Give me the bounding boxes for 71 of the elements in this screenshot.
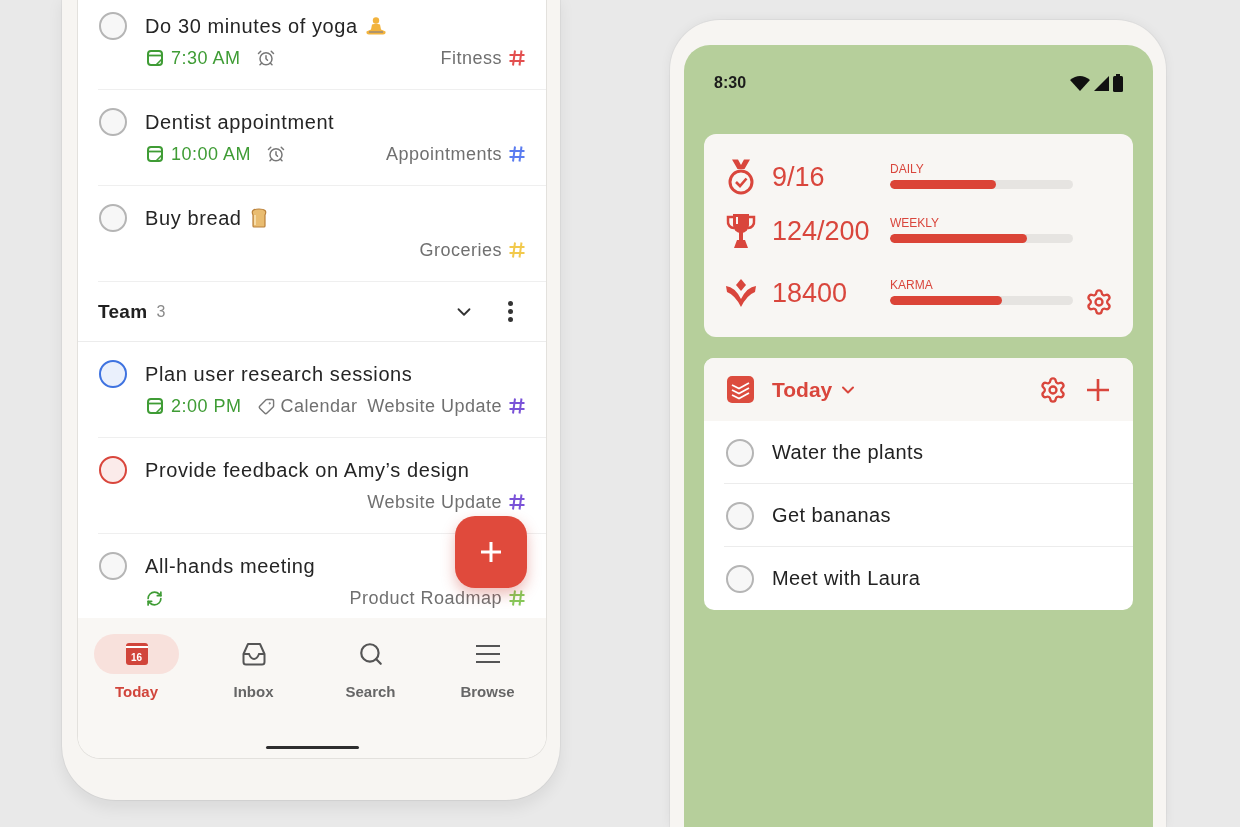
task-checkbox[interactable] [99,108,127,136]
task-checkbox[interactable] [99,456,127,484]
settings-icon [1039,375,1067,404]
nav-tab[interactable]: Search [328,634,413,700]
task-checkbox[interactable] [99,552,127,580]
more-button[interactable] [508,301,513,322]
task-checkbox[interactable] [99,12,127,40]
status-time: 8:30 [714,74,747,92]
stat-value: 124/200 [771,215,871,247]
task-title: Get bananas [772,504,891,527]
calendar-icon [147,50,163,66]
more-vertical-icon [508,301,513,322]
nav-tab[interactable]: Browse [445,634,530,700]
task-checkbox[interactable] [99,204,127,232]
task-title: Water the plants [772,441,924,464]
add-task-button[interactable] [455,516,527,588]
task-title: Buy bread [145,206,242,230]
project-name: Groceries [419,240,502,260]
due-time: 7:30 AM [171,48,241,68]
task-title: Provide feedback on Amy’s design [145,458,470,482]
karma-flower-icon [726,279,756,307]
trophy-icon [726,213,756,249]
section-title: Team [98,300,148,323]
calendar-date-icon: 16 [125,643,148,665]
wifi-icon [1070,75,1090,91]
task-row[interactable]: Buy bread Groceries [78,186,546,282]
project-name: Product Roadmap [349,588,502,608]
task-row[interactable]: Provide feedback on Amy’s design Website Update [78,438,546,534]
calendar-icon [147,398,163,414]
task-checkbox[interactable] [726,438,754,467]
stopwatch-medal-icon [726,159,756,195]
project-name: Website Update [367,492,502,512]
plus-icon [1087,378,1109,401]
task-checkbox[interactable] [99,360,127,388]
signal-icon [1094,75,1109,91]
stat-label: WEEKLY [890,215,940,230]
task-title: Plan user research sessions [145,362,413,386]
inbox-tray-icon [241,642,266,666]
nav-tab[interactable]: Inbox [211,634,296,700]
task-title: Dentist appointment [145,110,335,134]
search-icon [357,641,384,667]
task-row[interactable]: Plan user research sessions 2:00 PM Calendar Website Update [78,342,546,438]
settings-icon [1085,288,1113,316]
task-checkbox[interactable] [726,501,754,530]
task-row[interactable]: Do 30 minutes of yoga 7:30 AM Fitness [78,0,546,90]
stat-value: 18400 [771,277,849,309]
project-name: Website Update [367,396,502,416]
task-checkbox[interactable] [726,564,754,593]
calendar-icon [147,146,163,162]
task-row[interactable]: Dentist appointment 10:00 AM Appointments [78,90,546,186]
stat-label: KARMA [890,277,933,292]
due-time: 10:00 AM [171,144,252,164]
task-title: Do 30 minutes of yoga [145,14,358,38]
task-title: All-hands meeting [145,554,316,578]
tag-icon [257,397,275,415]
section-count: 3 [156,302,166,321]
add-button[interactable] [1087,378,1109,401]
project-name: Fitness [440,48,502,68]
settings-button[interactable] [1039,375,1067,404]
project-name: Appointments [385,144,502,164]
menu-icon [475,645,500,663]
stat-value: 9/16 [771,161,826,193]
plus-icon [481,542,501,562]
task-label: Calendar [280,396,358,416]
battery-icon [1113,74,1123,92]
app-logo-icon [727,376,754,403]
due-time: 2:00 PM [171,396,242,416]
task-title: Meet with Laura [772,567,921,590]
settings-button[interactable] [1085,288,1113,316]
stat-label: DAILY [890,161,924,176]
project-picker[interactable]: Today [772,377,859,402]
